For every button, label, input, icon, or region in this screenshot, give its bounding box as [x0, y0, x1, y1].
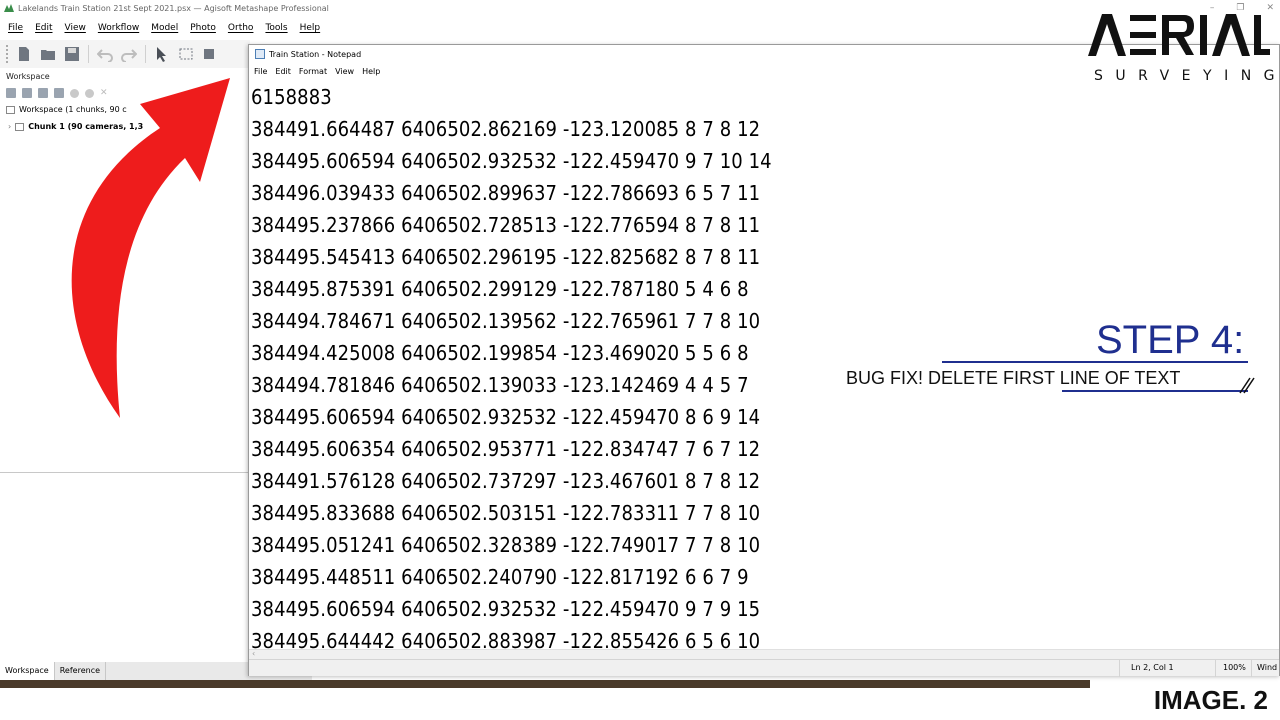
text-line[interactable]: 384495.833688 6406502.503151 -122.783311… [249, 497, 1279, 529]
line-ending: Wind [1257, 663, 1278, 672]
pane-divider [0, 472, 250, 473]
text-line[interactable]: 384495.644442 6406502.883987 -122.855426… [249, 625, 1279, 649]
red-curved-arrow-icon [71, 78, 230, 418]
save-icon[interactable] [64, 46, 80, 62]
status-separator [1251, 660, 1252, 677]
step-title: STEP 4: [1096, 318, 1245, 362]
menu-tools[interactable]: Tools [265, 23, 287, 33]
scroll-left-icon[interactable]: ‹ [252, 649, 255, 658]
notepad-window-title: Train Station - Notepad [269, 49, 362, 59]
notepad-menu-file[interactable]: File [254, 67, 267, 76]
tab-workspace[interactable]: Workspace [0, 662, 55, 680]
status-separator [1215, 660, 1216, 677]
transform-tool-icon[interactable] [202, 46, 218, 62]
menu-file[interactable]: File [8, 23, 23, 33]
slash-decoration-icon [1239, 377, 1255, 394]
text-line[interactable]: 384491.664487 6406502.862169 -123.120085… [249, 113, 1279, 145]
toolbar-separator [145, 45, 146, 63]
text-line[interactable]: 384495.606594 6406502.932532 -122.459470… [249, 401, 1279, 433]
logo-wordmark [1088, 14, 1270, 56]
notepad-menu-view[interactable]: View [335, 67, 354, 76]
zoom-level: 100% [1223, 663, 1246, 672]
step-subtitle: BUG FIX! DELETE FIRST LINE OF TEXT [846, 368, 1181, 388]
menu-ortho[interactable]: Ortho [228, 23, 254, 33]
rectangle-select-icon[interactable] [178, 46, 194, 62]
text-line[interactable]: 384495.606594 6406502.932532 -122.459470… [249, 145, 1279, 177]
menu-view[interactable]: View [65, 23, 86, 33]
text-line[interactable]: 384495.606354 6406502.953771 -122.834747… [249, 433, 1279, 465]
logo-subtitle: SURVEYING [1094, 68, 1280, 84]
tab-reference[interactable]: Reference [55, 662, 107, 680]
notepad-menu-help[interactable]: Help [362, 67, 380, 76]
metashape-window-title: Lakelands Train Station 21st Sept 2021.p… [18, 3, 329, 13]
text-line[interactable]: 384495.875391 6406502.299129 -122.787180… [249, 273, 1279, 305]
notepad-text-area[interactable]: 6158883 384491.664487 6406502.862169 -12… [249, 81, 1279, 649]
step-underline-bottom [1062, 390, 1248, 392]
menu-model[interactable]: Model [151, 23, 178, 33]
image-label: IMAGE. 2 [1153, 685, 1268, 715]
text-line[interactable]: 6158883 [249, 81, 1279, 113]
menu-help[interactable]: Help [300, 23, 321, 33]
chunk-icon [15, 122, 25, 131]
add-chunk-icon[interactable] [6, 88, 16, 98]
aerial-surveying-logo: SURVEYING [1088, 12, 1275, 84]
undo-icon[interactable] [97, 46, 113, 62]
menu-edit[interactable]: Edit [35, 23, 52, 33]
menu-workflow[interactable]: Workflow [98, 23, 139, 33]
status-separator [1119, 660, 1120, 677]
expand-chevron-icon[interactable]: › [8, 122, 11, 131]
notepad-status-bar: Ln 2, Col 1 100% Wind [249, 659, 1279, 677]
open-folder-icon[interactable] [40, 46, 56, 62]
add-photos-icon[interactable] [22, 88, 32, 98]
redo-icon[interactable] [121, 46, 137, 62]
notepad-app-icon [255, 49, 265, 59]
new-file-icon[interactable] [16, 46, 32, 62]
toolbar-separator [88, 45, 89, 63]
metashape-photos-strip [0, 680, 1090, 688]
text-line[interactable]: 384495.237866 6406502.728513 -122.776594… [249, 209, 1279, 241]
metashape-app-icon [4, 4, 14, 12]
text-line[interactable]: 384495.448511 6406502.240790 -122.817192… [249, 561, 1279, 593]
horizontal-scrollbar[interactable]: ‹ [249, 649, 1279, 659]
cursor-position: Ln 2, Col 1 [1131, 663, 1174, 672]
select-pointer-icon[interactable] [154, 46, 170, 62]
toolbar-grip [6, 45, 8, 63]
notepad-menu-edit[interactable]: Edit [275, 67, 291, 76]
step-underline-top [942, 361, 1248, 363]
text-line[interactable]: 384495.545413 6406502.296195 -122.825682… [249, 241, 1279, 273]
text-line[interactable]: 384491.576128 6406502.737297 -123.467601… [249, 465, 1279, 497]
menu-photo[interactable]: Photo [190, 23, 216, 33]
text-line[interactable]: 384495.051241 6406502.328389 -122.749017… [249, 529, 1279, 561]
text-line[interactable]: 384495.606594 6406502.932532 -122.459470… [249, 593, 1279, 625]
text-line[interactable]: 384496.039433 6406502.899637 -122.786693… [249, 177, 1279, 209]
workspace-tree-icon [6, 105, 15, 114]
metashape-toolbar [0, 40, 250, 68]
notepad-menu-format[interactable]: Format [299, 67, 327, 76]
